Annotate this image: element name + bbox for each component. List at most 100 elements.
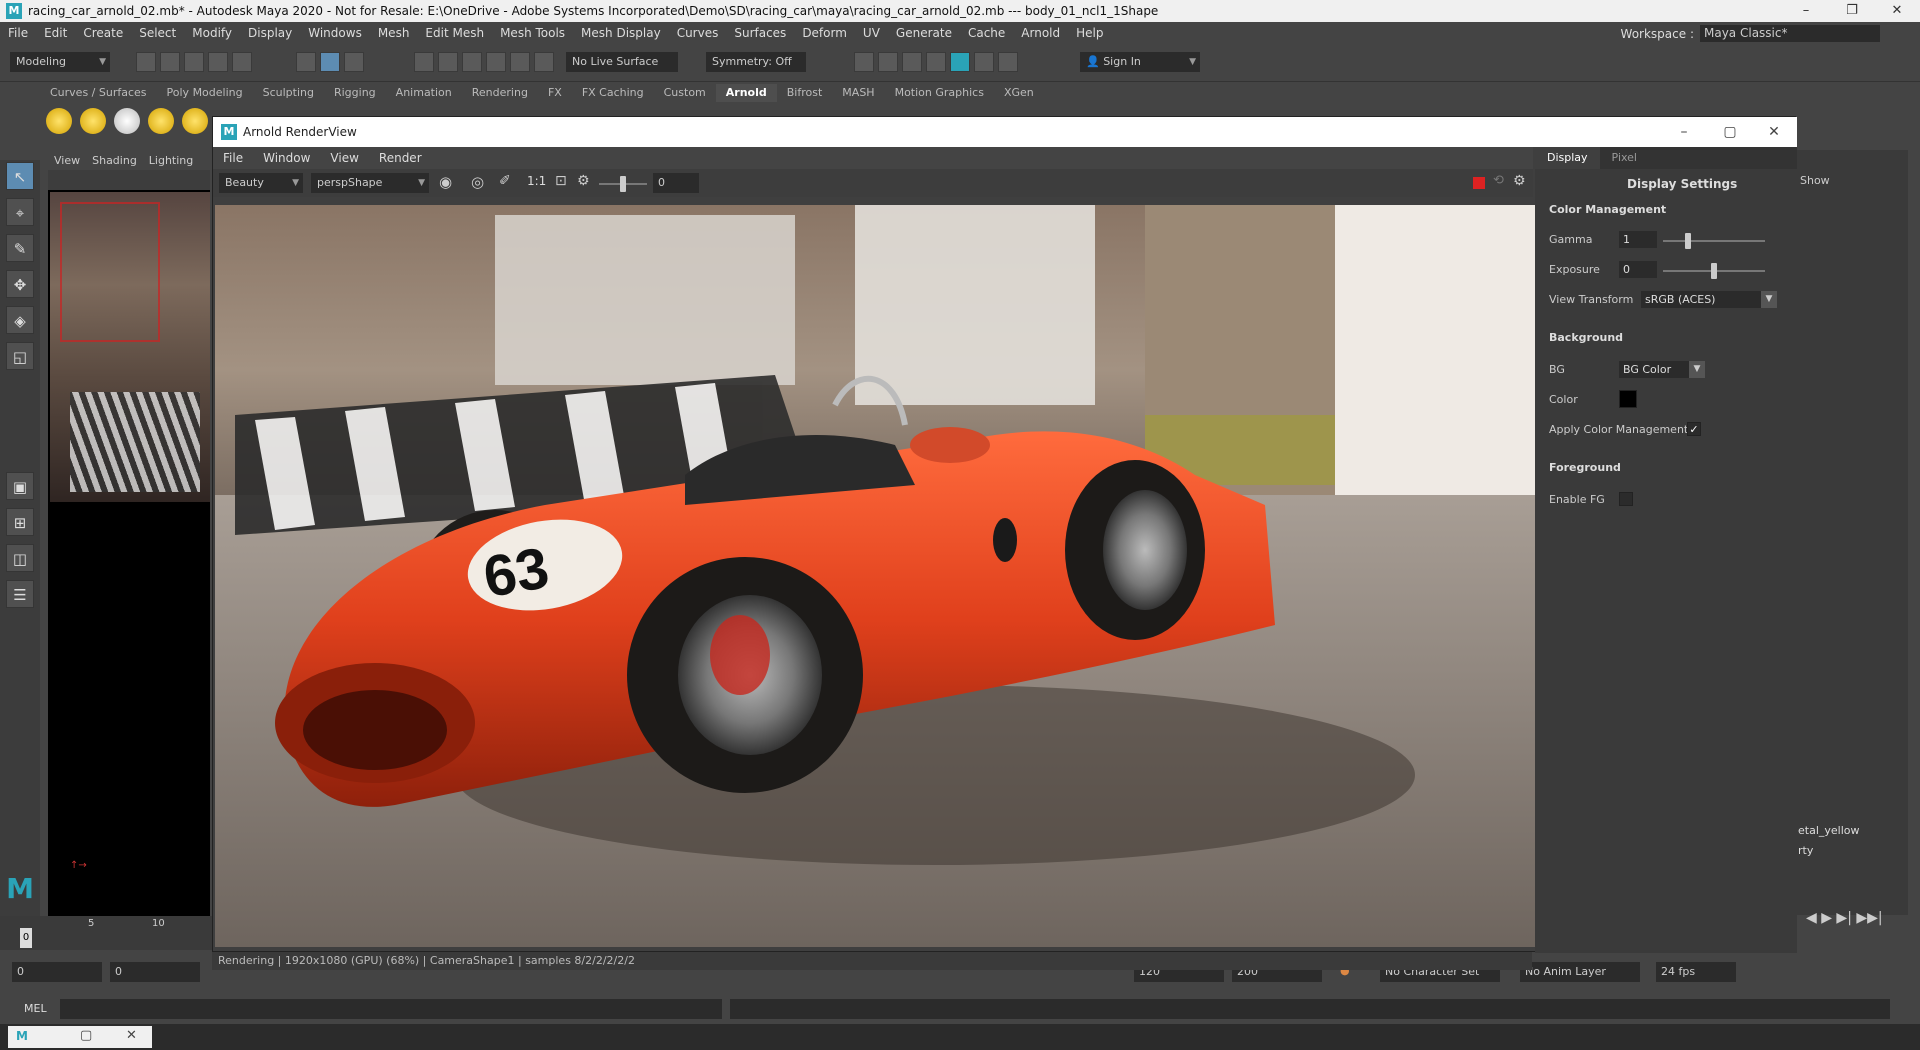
mode-dropdown[interactable]: Modeling ▼: [10, 52, 110, 72]
mel-label[interactable]: MEL: [24, 1002, 47, 1015]
show-menu[interactable]: Show: [1800, 174, 1830, 187]
shelf-tab-curves-surfaces[interactable]: Curves / Surfaces: [40, 84, 157, 102]
select-object-icon[interactable]: [320, 52, 340, 72]
sky-dome-light-icon[interactable]: [80, 108, 106, 134]
shelf-tab-poly-modeling[interactable]: Poly Modeling: [157, 84, 253, 102]
paint-select-icon[interactable]: ✎: [6, 234, 34, 262]
mel-input[interactable]: [60, 999, 722, 1019]
restore-button[interactable]: ❐: [1829, 0, 1875, 22]
rv-close-button[interactable]: ✕: [1751, 117, 1797, 147]
side-by-side-icon[interactable]: ◫: [6, 544, 34, 572]
menu-generate[interactable]: Generate: [888, 26, 960, 40]
exposure-slider-knob[interactable]: [620, 176, 626, 192]
apply-color-management-checkbox[interactable]: ✓: [1687, 422, 1701, 436]
workspace-dropdown[interactable]: Maya Classic*: [1700, 25, 1880, 42]
scale-tool-icon[interactable]: ◱: [6, 342, 34, 370]
snap-surface-icon[interactable]: [510, 52, 530, 72]
sign-in-dropdown[interactable]: 👤 Sign In ▼: [1080, 52, 1200, 72]
pause-render-icon[interactable]: [998, 52, 1018, 72]
rgb-channel-icon[interactable]: ◉: [439, 173, 452, 191]
menu-mesh-tools[interactable]: Mesh Tools: [492, 26, 573, 40]
viewport-menu-lighting[interactable]: Lighting: [143, 152, 199, 170]
camera-dropdown[interactable]: perspShape ▼: [311, 173, 429, 193]
side-tabs[interactable]: [1908, 150, 1920, 1020]
menu-deform[interactable]: Deform: [794, 26, 855, 40]
menu-edit-mesh[interactable]: Edit Mesh: [417, 26, 492, 40]
new-scene-icon[interactable]: [136, 52, 156, 72]
refresh-render-icon[interactable]: ⟲: [1493, 173, 1504, 188]
gamma-slider-knob[interactable]: [1685, 233, 1691, 249]
four-view-icon[interactable]: ⊞: [6, 508, 34, 536]
minimize-button[interactable]: –: [1783, 0, 1829, 22]
move-tool-icon[interactable]: ✥: [6, 270, 34, 298]
shelf-tab-xgen[interactable]: XGen: [994, 84, 1044, 102]
menu-uv[interactable]: UV: [855, 26, 888, 40]
menu-arnold[interactable]: Arnold: [1013, 26, 1068, 40]
snap-vertex-icon[interactable]: [534, 52, 554, 72]
viewport-menu-shading[interactable]: Shading: [86, 152, 143, 170]
close-button[interactable]: ✕: [1874, 0, 1920, 22]
undo-icon[interactable]: [208, 52, 228, 72]
physical-sky-icon[interactable]: [182, 108, 208, 134]
menu-create[interactable]: Create: [75, 26, 131, 40]
select-hierarchy-icon[interactable]: [296, 52, 316, 72]
menu-modify[interactable]: Modify: [184, 26, 240, 40]
symmetry-dropdown[interactable]: Symmetry: Off: [706, 52, 806, 72]
shelf-tab-custom[interactable]: Custom: [654, 84, 716, 102]
alpha-channel-icon[interactable]: ◎: [471, 173, 484, 191]
rv-menu-window[interactable]: Window: [253, 147, 320, 169]
gamma-slider[interactable]: [1663, 233, 1765, 249]
bg-dropdown[interactable]: BG Color ▼: [1619, 361, 1705, 378]
shelf-tab-animation[interactable]: Animation: [386, 84, 462, 102]
current-frame-marker[interactable]: 0: [20, 928, 32, 948]
shelf-tab-rendering[interactable]: Rendering: [462, 84, 538, 102]
rotate-tool-icon[interactable]: ◈: [6, 306, 34, 334]
render-settings-gear-icon[interactable]: ⚙: [1513, 173, 1526, 189]
exposure-field[interactable]: 0: [653, 173, 699, 193]
single-view-icon[interactable]: ▣: [6, 472, 34, 500]
mini-restore-icon[interactable]: ▢: [80, 1028, 92, 1043]
shelf-tab-sculpting[interactable]: Sculpting: [253, 84, 324, 102]
photometric-light-icon[interactable]: [148, 108, 174, 134]
menu-edit[interactable]: Edit: [36, 26, 75, 40]
bg-color-swatch[interactable]: [1619, 390, 1637, 408]
shelf-tab-fx-caching[interactable]: FX Caching: [572, 84, 654, 102]
playback-start-field[interactable]: 0: [110, 962, 200, 982]
hypershade-icon[interactable]: [974, 52, 994, 72]
lasso-tool-icon[interactable]: ⌖: [6, 198, 34, 226]
display-exposure-field[interactable]: 0: [1619, 261, 1657, 278]
select-tool-icon[interactable]: ↖: [6, 162, 34, 190]
menu-display[interactable]: Display: [240, 26, 300, 40]
mesh-light-icon[interactable]: [114, 108, 140, 134]
display-exposure-slider[interactable]: [1663, 263, 1765, 279]
select-component-icon[interactable]: [344, 52, 364, 72]
shelf-tab-arnold[interactable]: Arnold: [715, 84, 777, 102]
shelf-tab-mash[interactable]: MASH: [832, 84, 884, 102]
stop-render-icon[interactable]: [1473, 177, 1485, 189]
rv-menu-view[interactable]: View: [320, 147, 368, 169]
rv-minimize-button[interactable]: –: [1661, 117, 1707, 147]
render-settings-icon[interactable]: [854, 52, 874, 72]
exposure-slider[interactable]: [599, 176, 647, 192]
color-picker-icon[interactable]: ✐: [499, 173, 511, 189]
snap-point-icon[interactable]: [462, 52, 482, 72]
ipr-render-icon[interactable]: [902, 52, 922, 72]
viewport-menu-view[interactable]: View: [48, 152, 86, 170]
fit-frame-icon[interactable]: ⊡: [555, 173, 567, 189]
menu-file[interactable]: File: [0, 26, 36, 40]
fps-dropdown[interactable]: 24 fps: [1656, 962, 1736, 982]
live-surface-field[interactable]: No Live Surface: [566, 52, 678, 72]
menu-help[interactable]: Help: [1068, 26, 1111, 40]
save-scene-icon[interactable]: [184, 52, 204, 72]
layer-item[interactable]: rty: [1798, 844, 1813, 857]
one-to-one-zoom[interactable]: 1:1: [527, 174, 546, 188]
gamma-field[interactable]: 1: [1619, 231, 1657, 248]
shelf-tab-rigging[interactable]: Rigging: [324, 84, 386, 102]
area-light-icon[interactable]: [46, 108, 72, 134]
menu-windows[interactable]: Windows: [300, 26, 370, 40]
rv-menu-render[interactable]: Render: [369, 147, 432, 169]
tab-pixel[interactable]: Pixel: [1600, 147, 1649, 169]
enable-fg-checkbox[interactable]: [1619, 492, 1633, 506]
rv-maximize-button[interactable]: ▢: [1707, 117, 1753, 147]
minimized-window-tab[interactable]: M ▢ ✕: [8, 1026, 152, 1048]
